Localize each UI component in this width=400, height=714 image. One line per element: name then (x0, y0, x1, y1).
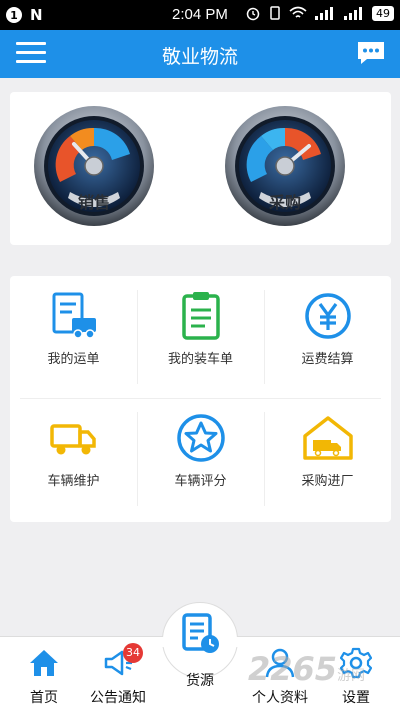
speedometer-icon: 采购 (225, 106, 345, 226)
chat-bubble-icon[interactable] (356, 40, 386, 66)
tab-label: 首页 (30, 690, 58, 706)
tab-label: 设置 (342, 690, 370, 706)
star-badge-icon (177, 414, 225, 462)
grid-item-my-loading-list[interactable]: 我的装车单 (137, 276, 264, 398)
grid-item-vehicle-rating[interactable]: 车辆评分 (137, 398, 264, 520)
grid-item-vehicle-maintenance[interactable]: 车辆维护 (10, 398, 137, 520)
notification-count-badge: 34 (123, 643, 143, 663)
signal-icon (315, 7, 333, 20)
grid-item-label: 车辆评分 (174, 474, 227, 489)
watermark-logo: 2265游网 (248, 650, 366, 688)
alarm-icon (246, 7, 260, 21)
grid-item-label: 运费结算 (301, 352, 354, 367)
n-notification-icon: N (30, 6, 43, 24)
tab-cargo-source[interactable]: 货源 (160, 612, 240, 712)
tab-label: 个人资料 (252, 690, 308, 706)
wifi-icon (289, 6, 307, 18)
status-bar: 1 N 2:04 PM 49 (0, 0, 400, 30)
grid-item-purchase-entry[interactable]: 采购进厂 (264, 398, 391, 520)
vibrate-icon (270, 6, 280, 20)
truck-icon (50, 424, 96, 455)
sales-dial[interactable]: 销售 (32, 104, 156, 228)
clipboard-icon (182, 292, 220, 340)
tab-announcements[interactable]: 34 公告通知 (78, 643, 158, 711)
page-title: 敬业物流 (161, 46, 238, 68)
warehouse-truck-icon (303, 416, 353, 460)
grid-item-label: 采购进厂 (301, 474, 354, 489)
yen-coin-icon (305, 293, 351, 339)
speedometer-icon: 销售 (34, 106, 154, 226)
grid-item-label: 我的装车单 (167, 352, 233, 367)
home-icon (30, 650, 58, 676)
purchase-dial[interactable]: 采购 (223, 104, 347, 228)
dial-label: 采购 (268, 193, 301, 212)
tab-label: 公告通知 (90, 690, 146, 706)
waybill-truck-icon (52, 292, 96, 339)
grid-item-freight-settlement[interactable]: 运费结算 (264, 276, 391, 398)
cargo-document-clock-icon (182, 613, 219, 653)
dial-label: 销售 (78, 193, 110, 212)
battery-icon: 49 (372, 5, 394, 21)
function-grid: 我的运单 我的装车单 运费结算 车辆维护 车辆评分 采购进厂 (10, 276, 391, 522)
notification-badge: 1 (6, 7, 22, 23)
grid-item-my-waybill[interactable]: 我的运单 (10, 276, 137, 398)
dials-card: 销售 采购 (10, 92, 391, 245)
status-time: 2:04 PM (172, 6, 228, 23)
grid-item-label: 我的运单 (47, 352, 100, 367)
signal-icon (344, 7, 362, 20)
app-bar: 敬业物流 (0, 30, 400, 78)
tab-home[interactable]: 首页 (4, 647, 84, 711)
tab-label: 货源 (186, 673, 214, 689)
grid-item-label: 车辆维护 (47, 474, 100, 489)
